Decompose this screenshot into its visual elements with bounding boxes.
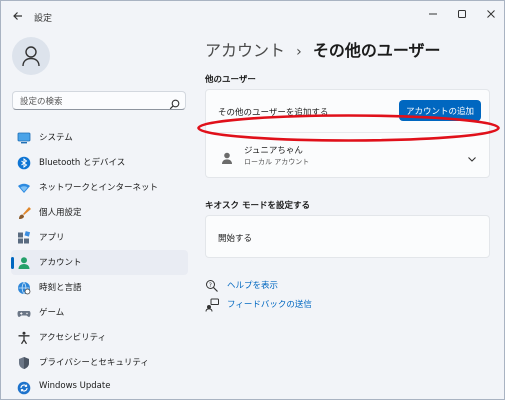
feedback-link[interactable]: フィードバックの送信 [205,296,335,312]
chevron-down-icon[interactable] [467,149,477,168]
sidebar-item-label: アクセシビリティ [39,333,107,343]
user-avatar[interactable] [12,37,50,75]
settings-window: 設定 システム B [0,0,505,400]
time-language-icon [17,280,31,295]
windows-update-icon [17,380,31,395]
sidebar-item-label: ゲーム [39,308,65,318]
sidebar-item-time-language[interactable]: 時刻と言語 [11,275,188,300]
breadcrumb-parent-link[interactable]: アカウント [205,41,285,60]
sidebar-nav: システム Bluetooth とデバイス ネットワークとインターネット 個人用設… [11,125,188,400]
sidebar-item-accessibility[interactable]: アクセシビリティ [11,325,188,350]
kiosk-card[interactable]: 開始する [205,215,490,258]
sidebar-item-label: アプリ [39,233,65,243]
minimize-button[interactable] [422,7,444,25]
breadcrumb-separator: › [296,44,302,60]
sidebar-item-apps[interactable]: アプリ [11,225,188,250]
help-link-label: ヘルプを表示 [227,281,279,291]
sidebar-item-network[interactable]: ネットワークとインターネット [11,175,188,200]
gaming-icon [17,305,31,319]
sidebar-item-accounts[interactable]: アカウント [11,250,188,275]
sidebar-item-privacy[interactable]: プライバシーとセキュリティ [11,350,188,375]
bluetooth-icon [17,155,31,170]
user-row[interactable]: ジュニアちゃん ローカル アカウント [206,137,489,177]
accessibility-icon [17,330,31,345]
title-bar: 設定 [1,1,504,33]
sidebar-item-label: システム [39,133,73,143]
sidebar-item-label: アカウント [39,258,82,268]
help-icon: ? [205,278,219,292]
accounts-icon [17,255,31,269]
card-divider [206,132,489,133]
search-input[interactable] [18,94,172,110]
sidebar-item-personalization[interactable]: 個人用設定 [11,200,188,225]
other-users-heading: 他のユーザー [205,75,256,85]
user-account-type: ローカル アカウント [244,158,310,166]
sidebar-item-label: Windows Update [39,381,111,391]
other-users-card: その他のユーザーを追加する アカウントの追加 ジュニアちゃん ローカル アカウン… [205,89,490,178]
sidebar-item-label: Bluetooth とデバイス [39,158,126,168]
sidebar-item-bluetooth[interactable]: Bluetooth とデバイス [11,150,188,175]
sidebar-item-system[interactable]: システム [11,125,188,150]
sidebar-item-label: 個人用設定 [39,208,82,218]
user-person-icon [220,150,234,164]
feedback-link-label: フィードバックの送信 [227,300,312,310]
help-link[interactable]: ? ヘルプを表示 [205,277,325,293]
apps-icon [17,230,31,244]
kiosk-start-label: 開始する [218,234,253,244]
add-other-user-label: その他のユーザーを追加する [218,108,329,118]
active-indicator [11,257,14,269]
maximize-button[interactable] [451,7,473,25]
privacy-shield-icon [17,355,31,369]
settings-search-box[interactable] [12,91,186,110]
network-icon [17,180,31,194]
personalization-brush-icon [17,205,31,219]
sidebar-item-label: 時刻と言語 [39,283,82,293]
sidebar-item-label: ネットワークとインターネット [39,183,159,193]
system-icon [17,130,31,144]
window-title: 設定 [34,14,53,24]
close-button[interactable] [480,7,502,25]
breadcrumb: アカウント › その他のユーザー [205,37,441,61]
search-icon[interactable] [169,95,180,114]
add-account-button[interactable]: アカウントの追加 [399,100,481,121]
page-title: その他のユーザー [312,41,441,60]
sidebar-item-label: プライバシーとセキュリティ [39,358,149,368]
sidebar-item-windows-update[interactable]: Windows Update [11,375,188,400]
kiosk-heading: キオスク モードを設定する [205,201,310,211]
back-arrow-icon[interactable] [11,9,25,23]
user-name: ジュニアちゃん [244,146,303,156]
svg-text:?: ? [209,282,212,289]
sidebar-item-gaming[interactable]: ゲーム [11,300,188,325]
person-icon [22,46,40,67]
feedback-icon [205,297,219,312]
